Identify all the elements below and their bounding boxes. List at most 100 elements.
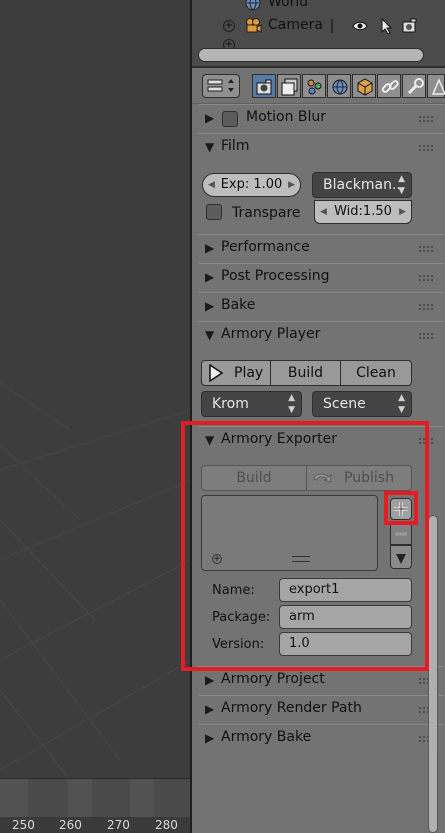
expanded-triangle-icon: ▼ xyxy=(205,328,215,342)
outliner-item-label: World xyxy=(268,0,309,10)
properties-scrollbar[interactable] xyxy=(428,515,438,833)
play-button[interactable]: Play xyxy=(201,360,271,386)
timeline-tick: 260 xyxy=(59,818,82,832)
timeline-band xyxy=(68,779,92,819)
expand-icon[interactable]: + xyxy=(223,20,235,32)
motion-blur-checkbox[interactable] xyxy=(222,111,238,127)
increment-arrow-icon[interactable]: ▶ xyxy=(399,201,406,223)
tab-constraints[interactable] xyxy=(377,74,401,98)
up-down-caret-icon: ▲ ▼ xyxy=(398,393,405,415)
drag-grip-icon[interactable] xyxy=(418,245,434,253)
highlight-box xyxy=(181,421,429,671)
panel-title: Armory Project xyxy=(221,671,325,687)
tab-render[interactable] xyxy=(252,74,276,98)
modifiers-icon xyxy=(407,78,424,95)
timeline-band xyxy=(0,779,28,819)
editor-type-button[interactable] xyxy=(202,74,240,98)
panel-armory-bake[interactable]: ▶ Armory Bake xyxy=(198,724,444,753)
panel-title: Armory Player xyxy=(221,326,321,342)
eye-icon[interactable] xyxy=(352,18,368,34)
tab-modifiers[interactable] xyxy=(402,74,426,98)
increment-arrow-icon[interactable]: ▶ xyxy=(288,174,295,196)
outliner-item-world[interactable]: World xyxy=(192,0,445,14)
expanded-triangle-icon: ▼ xyxy=(205,140,215,154)
timeline-tick: 250 xyxy=(12,818,35,832)
camera-icon xyxy=(244,17,262,35)
runtime-dropdown[interactable]: Krom ▲ ▼ xyxy=(201,391,302,417)
collapsed-triangle-icon: ▶ xyxy=(205,241,215,255)
render-layers-icon xyxy=(281,78,298,96)
tab-object[interactable] xyxy=(352,74,376,98)
panel-title: Performance xyxy=(221,239,310,255)
timeline-ruler[interactable]: 250 260 270 280 xyxy=(0,817,191,833)
render-icon xyxy=(256,79,272,95)
play-label: Play xyxy=(234,365,264,381)
transparent-label: Transpare xyxy=(232,205,301,221)
filter-width-field[interactable]: ◀ Wid:1.50 ▶ xyxy=(314,200,412,224)
panel-performance[interactable]: ▶ Performance xyxy=(198,234,444,263)
build-button[interactable]: Build xyxy=(270,360,341,386)
constraints-icon xyxy=(381,80,399,93)
outliner-separator xyxy=(331,19,333,33)
outliner[interactable]: World + Camera + xyxy=(192,0,445,68)
drag-grip-icon[interactable] xyxy=(418,144,434,152)
filter-type-value: Blackman... xyxy=(323,177,406,193)
scene-icon xyxy=(307,79,322,95)
outliner-item-camera[interactable]: + Camera xyxy=(192,15,445,37)
panel-title: Bake xyxy=(221,297,256,313)
clean-button[interactable]: Clean xyxy=(340,360,412,386)
tab-render-layers[interactable] xyxy=(277,74,301,98)
panel-armory-render-path[interactable]: ▶ Armory Render Path xyxy=(198,695,444,724)
panel-post-processing[interactable]: ▶ Post Processing xyxy=(198,263,444,292)
panel-title: Post Processing xyxy=(221,268,330,284)
panel-motion-blur[interactable]: ▶ Motion Blur xyxy=(198,104,444,133)
up-down-caret-icon: ▲ ▼ xyxy=(398,174,405,196)
viewport-grid xyxy=(0,382,191,780)
filter-type-dropdown[interactable]: Blackman... ▲ ▼ xyxy=(312,172,412,198)
exposure-field[interactable]: ◀ Exp: 1.00 ▶ xyxy=(202,173,301,197)
collapsed-triangle-icon: ▶ xyxy=(205,299,215,313)
collapsed-triangle-icon: ▶ xyxy=(205,731,215,745)
object-icon xyxy=(357,78,373,96)
cursor-select-icon[interactable] xyxy=(378,17,394,35)
drag-grip-icon[interactable] xyxy=(418,115,434,123)
panel-armory-player[interactable]: ▼ Armory Player xyxy=(198,321,444,350)
world-icon xyxy=(244,0,262,12)
panel-film[interactable]: ▼ Film xyxy=(198,133,444,162)
highlight-box-add-button xyxy=(384,491,418,525)
data-icon xyxy=(431,78,445,95)
3d-viewport[interactable]: 250 260 270 280 xyxy=(0,0,191,833)
filter-width-value: Wid:1.50 xyxy=(334,204,392,219)
timeline-tick: 270 xyxy=(107,818,130,832)
outliner-scrollbar[interactable] xyxy=(198,48,424,62)
panel-armory-player-body: Play Build Clean Krom ▲ ▼ Scene ▲ ▼ xyxy=(198,350,444,422)
render-camera-icon[interactable] xyxy=(402,18,418,34)
panel-film-body: ◀ Exp: 1.00 ▶ Blackman... ▲ ▼ Transpare ◀… xyxy=(198,162,444,234)
decrement-arrow-icon[interactable]: ◀ xyxy=(320,201,327,223)
panel-bake[interactable]: ▶ Bake xyxy=(198,292,444,321)
drag-grip-icon[interactable] xyxy=(418,332,434,340)
tab-world[interactable] xyxy=(327,74,351,98)
panel-title: Film xyxy=(221,138,250,154)
decrement-arrow-icon[interactable]: ◀ xyxy=(208,174,215,196)
play-icon xyxy=(209,364,224,382)
up-down-caret-icon: ▲ ▼ xyxy=(288,393,295,415)
transparent-checkbox[interactable] xyxy=(206,204,222,220)
panel-title: Armory Render Path xyxy=(221,700,362,716)
clean-label: Clean xyxy=(356,365,396,381)
panel-title: Armory Bake xyxy=(221,729,312,745)
collapsed-triangle-icon: ▶ xyxy=(205,270,215,284)
camera-mode-dropdown[interactable]: Scene ▲ ▼ xyxy=(312,391,412,417)
collapsed-triangle-icon: ▶ xyxy=(205,673,215,687)
runtime-value: Krom xyxy=(212,396,249,412)
timeline-band xyxy=(130,779,154,819)
exposure-value: Exp: 1.00 xyxy=(220,177,283,192)
timeline[interactable]: 250 260 270 280 xyxy=(0,778,191,833)
drag-grip-icon[interactable] xyxy=(418,274,434,282)
tab-scene[interactable] xyxy=(302,74,326,98)
drag-grip-icon[interactable] xyxy=(418,303,434,311)
panel-title: Motion Blur xyxy=(246,109,327,125)
tab-data[interactable] xyxy=(427,74,445,98)
camera-mode-value: Scene xyxy=(323,396,366,412)
world-icon xyxy=(332,79,348,95)
